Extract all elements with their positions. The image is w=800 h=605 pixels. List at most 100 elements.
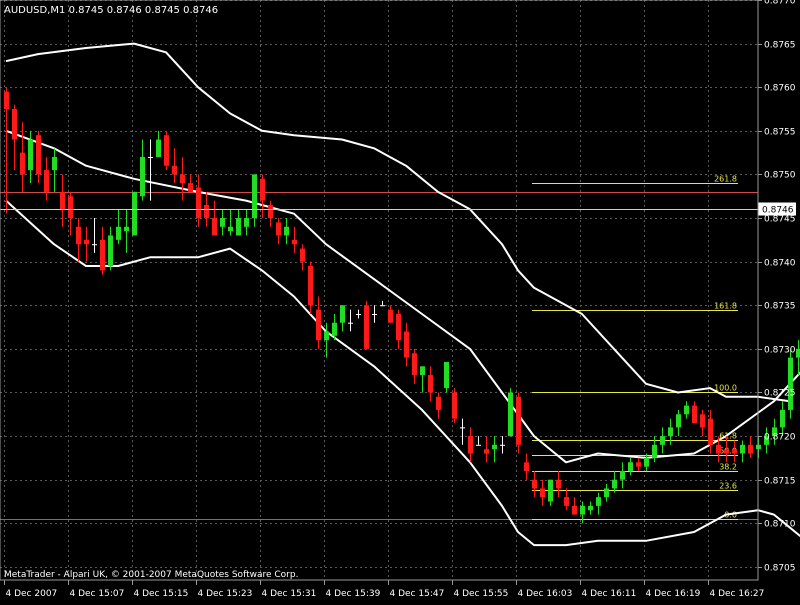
y-tick-label: 0.8750 [764, 171, 796, 181]
candle-body [236, 218, 241, 236]
y-tick-label: 0.8765 [764, 41, 796, 51]
y-tick-label: 0.8740 [764, 259, 796, 269]
candle-body [500, 444, 505, 446]
fibo-level-label: 261.8 [714, 175, 737, 184]
chart-symbol-title: AUDUSD,M1 0.8745 0.8746 0.8745 0.8746 [4, 5, 218, 16]
candle-body [324, 331, 329, 341]
candle-body [140, 156, 145, 197]
candle-body [508, 392, 513, 437]
x-tick-label: 4 Dec 15:07 [70, 589, 125, 599]
candle-body [612, 479, 617, 489]
y-tick-label: 0.8770 [764, 0, 796, 7]
candle-body [116, 226, 121, 240]
candle-body [564, 497, 569, 506]
candle-body [84, 239, 89, 245]
y-tick-label: 0.8720 [764, 433, 796, 443]
x-tick-label: 4 Dec 16:11 [582, 589, 637, 599]
candle-body [652, 444, 657, 458]
candle-body [436, 396, 441, 410]
candle-body [36, 135, 41, 175]
x-tick-label: 4 Dec 15:47 [390, 589, 445, 599]
chart-window[interactable]: 261.8161.8100.061.850.038.223.60.0 0.874… [0, 0, 800, 600]
candle-body [420, 366, 425, 376]
candle [164, 130, 169, 171]
candle-body [156, 139, 161, 157]
candle-body [188, 183, 193, 192]
candle-body [572, 505, 577, 515]
candle-body [12, 109, 17, 140]
candle-body [356, 313, 361, 315]
candle-body [388, 309, 393, 323]
candle-body [180, 174, 185, 184]
y-tick-label: 0.8755 [764, 128, 796, 138]
candle-body [724, 449, 729, 454]
candle-body [412, 353, 417, 376]
fibo-level-label: 38.2 [719, 463, 737, 472]
candle-body [92, 244, 97, 246]
candle-body [372, 313, 377, 315]
candle-body [740, 444, 745, 454]
candle [444, 361, 449, 393]
candle-body [796, 348, 800, 358]
candle-body [380, 305, 385, 307]
candle-body [716, 444, 721, 454]
price-chart[interactable]: 261.8161.8100.061.850.038.223.60.0 0.874… [0, 0, 800, 600]
candle-body [76, 226, 81, 245]
candle-body [676, 414, 681, 428]
candle-body [132, 191, 137, 236]
candle-body [468, 436, 473, 454]
candle-body [484, 449, 489, 454]
candle-body [532, 479, 537, 489]
candle-body [732, 449, 737, 454]
candle-body [284, 226, 289, 236]
candle-body [4, 91, 9, 110]
candle-body [44, 170, 49, 192]
candle-body [548, 479, 553, 502]
candle-body [212, 218, 217, 236]
candle-body [68, 196, 73, 219]
candle-body [540, 488, 545, 498]
x-tick-label: 4 Dec 15:55 [454, 589, 509, 599]
candle-body [668, 427, 673, 437]
candle-body [748, 444, 753, 454]
x-tick-label: 4 Dec 15:15 [134, 589, 189, 599]
y-tick-label: 0.8760 [764, 84, 796, 94]
candle-body [204, 204, 209, 219]
chart-background [0, 0, 800, 600]
y-tick-label: 0.8725 [764, 389, 796, 399]
candle-body [124, 226, 129, 232]
candle-body [580, 505, 585, 515]
candle-body [348, 322, 353, 324]
candle-body [636, 462, 641, 467]
candle-body [60, 191, 65, 210]
candle-body [596, 497, 601, 506]
candle-body [316, 309, 321, 341]
candle-body [244, 218, 249, 227]
candle-body [644, 457, 649, 467]
candle-body [428, 375, 433, 393]
y-tick-label: 0.8705 [764, 564, 796, 574]
candle [788, 348, 793, 419]
candle-body [100, 239, 105, 271]
candle-body [660, 436, 665, 445]
candle-body [108, 235, 113, 267]
candle-body [444, 361, 449, 389]
candle-body [452, 392, 457, 419]
y-tick-label: 0.8730 [764, 346, 796, 356]
candle-body [364, 305, 369, 349]
candle [452, 388, 457, 424]
candle-body [260, 178, 265, 201]
candle-body [172, 165, 177, 175]
candle-body [524, 462, 529, 471]
y-tick-label: 0.8715 [764, 477, 796, 487]
candle-body [292, 239, 297, 245]
candle [516, 392, 521, 454]
candle-body [556, 479, 561, 489]
candle-body [604, 488, 609, 498]
candle-body [684, 405, 689, 415]
candle-body [404, 331, 409, 358]
candle-body [692, 405, 697, 424]
candle-body [492, 444, 497, 450]
candle-body [148, 156, 153, 158]
candle-body [588, 505, 593, 511]
